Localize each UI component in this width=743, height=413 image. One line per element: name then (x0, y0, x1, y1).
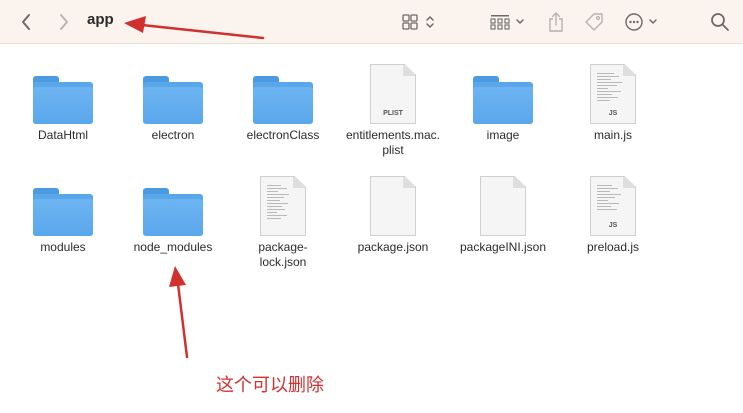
arrow-to-title (124, 16, 265, 40)
annotation-arrows (124, 16, 265, 359)
arrow-to-node-modules (169, 266, 189, 359)
annotation-text: 这个可以删除 (216, 375, 324, 396)
